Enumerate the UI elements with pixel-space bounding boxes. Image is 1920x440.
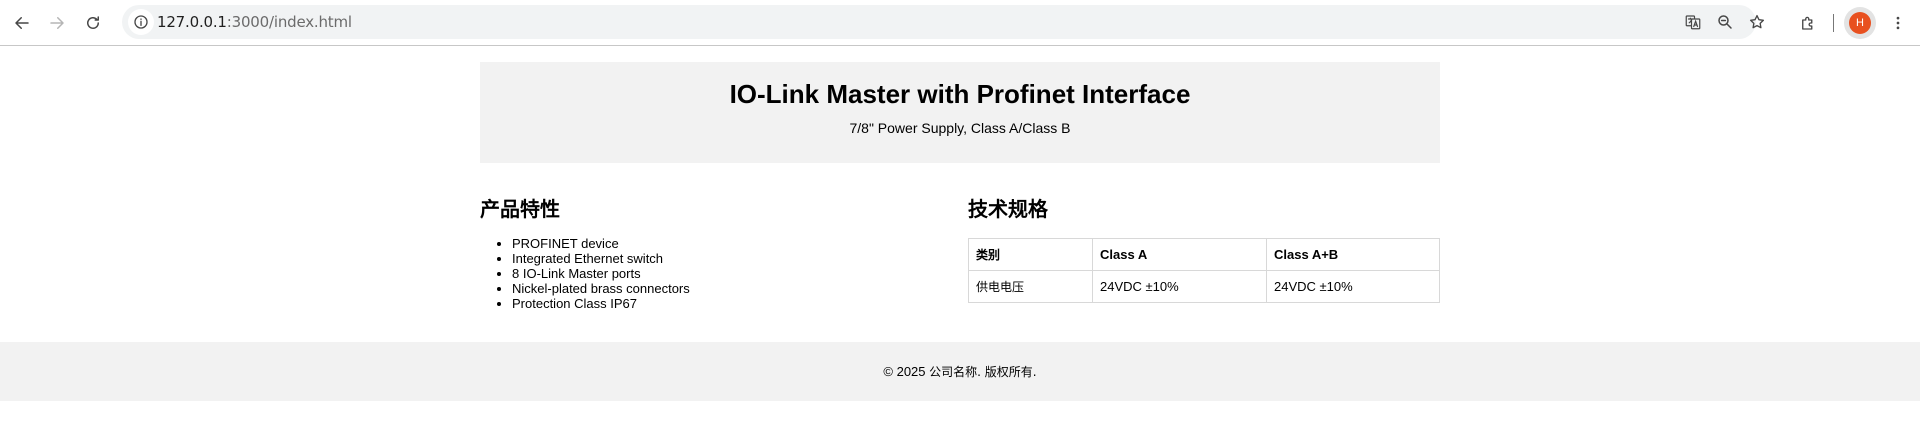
table-cell: 供电电压 bbox=[968, 270, 1093, 303]
list-item: PROFINET device bbox=[512, 236, 940, 251]
browser-menu-button[interactable] bbox=[1883, 8, 1913, 38]
table-cell: 24VDC ±10% bbox=[1266, 270, 1440, 303]
page-title: IO-Link Master with Profinet Interface bbox=[729, 79, 1191, 109]
reload-button[interactable] bbox=[78, 8, 108, 38]
info-icon bbox=[134, 15, 148, 29]
copyright-company: 公司名称. 版权所有. bbox=[929, 365, 1037, 379]
toolbar-divider bbox=[1833, 14, 1834, 32]
translate-button[interactable] bbox=[1681, 10, 1705, 34]
puzzle-icon bbox=[1802, 16, 1813, 30]
specs-section: 技术规格 类别 Class A Class A+B 供电电压 24VDC ±10… bbox=[968, 196, 1440, 303]
list-item: Nickel-plated brass connectors bbox=[512, 281, 940, 296]
specs-table: 类别 Class A Class A+B 供电电压 24VDC ±10% 24V… bbox=[968, 238, 1440, 303]
url-path: :3000/index.html bbox=[226, 13, 352, 31]
table-row: 供电电压 24VDC ±10% 24VDC ±10% bbox=[968, 270, 1440, 303]
table-cell: 24VDC ±10% bbox=[1092, 270, 1267, 303]
features-heading: 产品特性 bbox=[480, 197, 560, 221]
column-header: 类别 bbox=[968, 238, 1093, 271]
arrow-right-icon bbox=[50, 17, 64, 29]
url-text[interactable]: 127.0.0.1:3000/index.html bbox=[157, 14, 352, 30]
browser-toolbar: 127.0.0.1:3000/index.html H bbox=[0, 0, 1920, 46]
star-icon bbox=[1749, 14, 1765, 29]
column-header: Class A bbox=[1092, 238, 1267, 271]
features-section: 产品特性 PROFINET device Integrated Ethernet… bbox=[480, 196, 940, 311]
reload-icon bbox=[87, 16, 99, 29]
more-vertical-icon bbox=[1896, 16, 1900, 30]
zoom-out-icon bbox=[1718, 15, 1732, 29]
address-bar[interactable]: 127.0.0.1:3000/index.html bbox=[122, 5, 1765, 39]
back-button[interactable] bbox=[7, 8, 37, 38]
list-item: 8 IO-Link Master ports bbox=[512, 266, 940, 281]
list-item: Protection Class IP67 bbox=[512, 296, 940, 311]
forward-button[interactable] bbox=[42, 8, 72, 38]
page-footer: © 2025 公司名称. 版权所有. bbox=[0, 342, 1920, 401]
hero-banner: IO-Link Master with Profinet Interface 7… bbox=[480, 62, 1440, 163]
arrow-left-icon bbox=[15, 17, 29, 29]
site-info-button[interactable] bbox=[128, 9, 154, 35]
avatar: H bbox=[1849, 12, 1871, 34]
bookmark-button[interactable] bbox=[1745, 10, 1769, 34]
translate-icon bbox=[1685, 15, 1701, 30]
profile-button[interactable]: H bbox=[1844, 7, 1876, 39]
footer-copyright: © 2025 公司名称. 版权所有. bbox=[0, 342, 1920, 402]
column-header: Class A+B bbox=[1266, 238, 1440, 271]
page-subtitle: 7/8" Power Supply, Class A/Class B bbox=[849, 120, 1071, 136]
url-host: 127.0.0.1 bbox=[157, 13, 227, 31]
list-item: Integrated Ethernet switch bbox=[512, 251, 940, 266]
specs-heading: 技术规格 bbox=[968, 197, 1048, 221]
table-header-row: 类别 Class A Class A+B bbox=[968, 238, 1440, 271]
extensions-button[interactable] bbox=[1793, 8, 1823, 38]
zoom-button[interactable] bbox=[1713, 10, 1737, 34]
copyright-symbol-year: © 2025 bbox=[883, 364, 930, 379]
features-list: PROFINET device Integrated Ethernet swit… bbox=[480, 236, 940, 311]
